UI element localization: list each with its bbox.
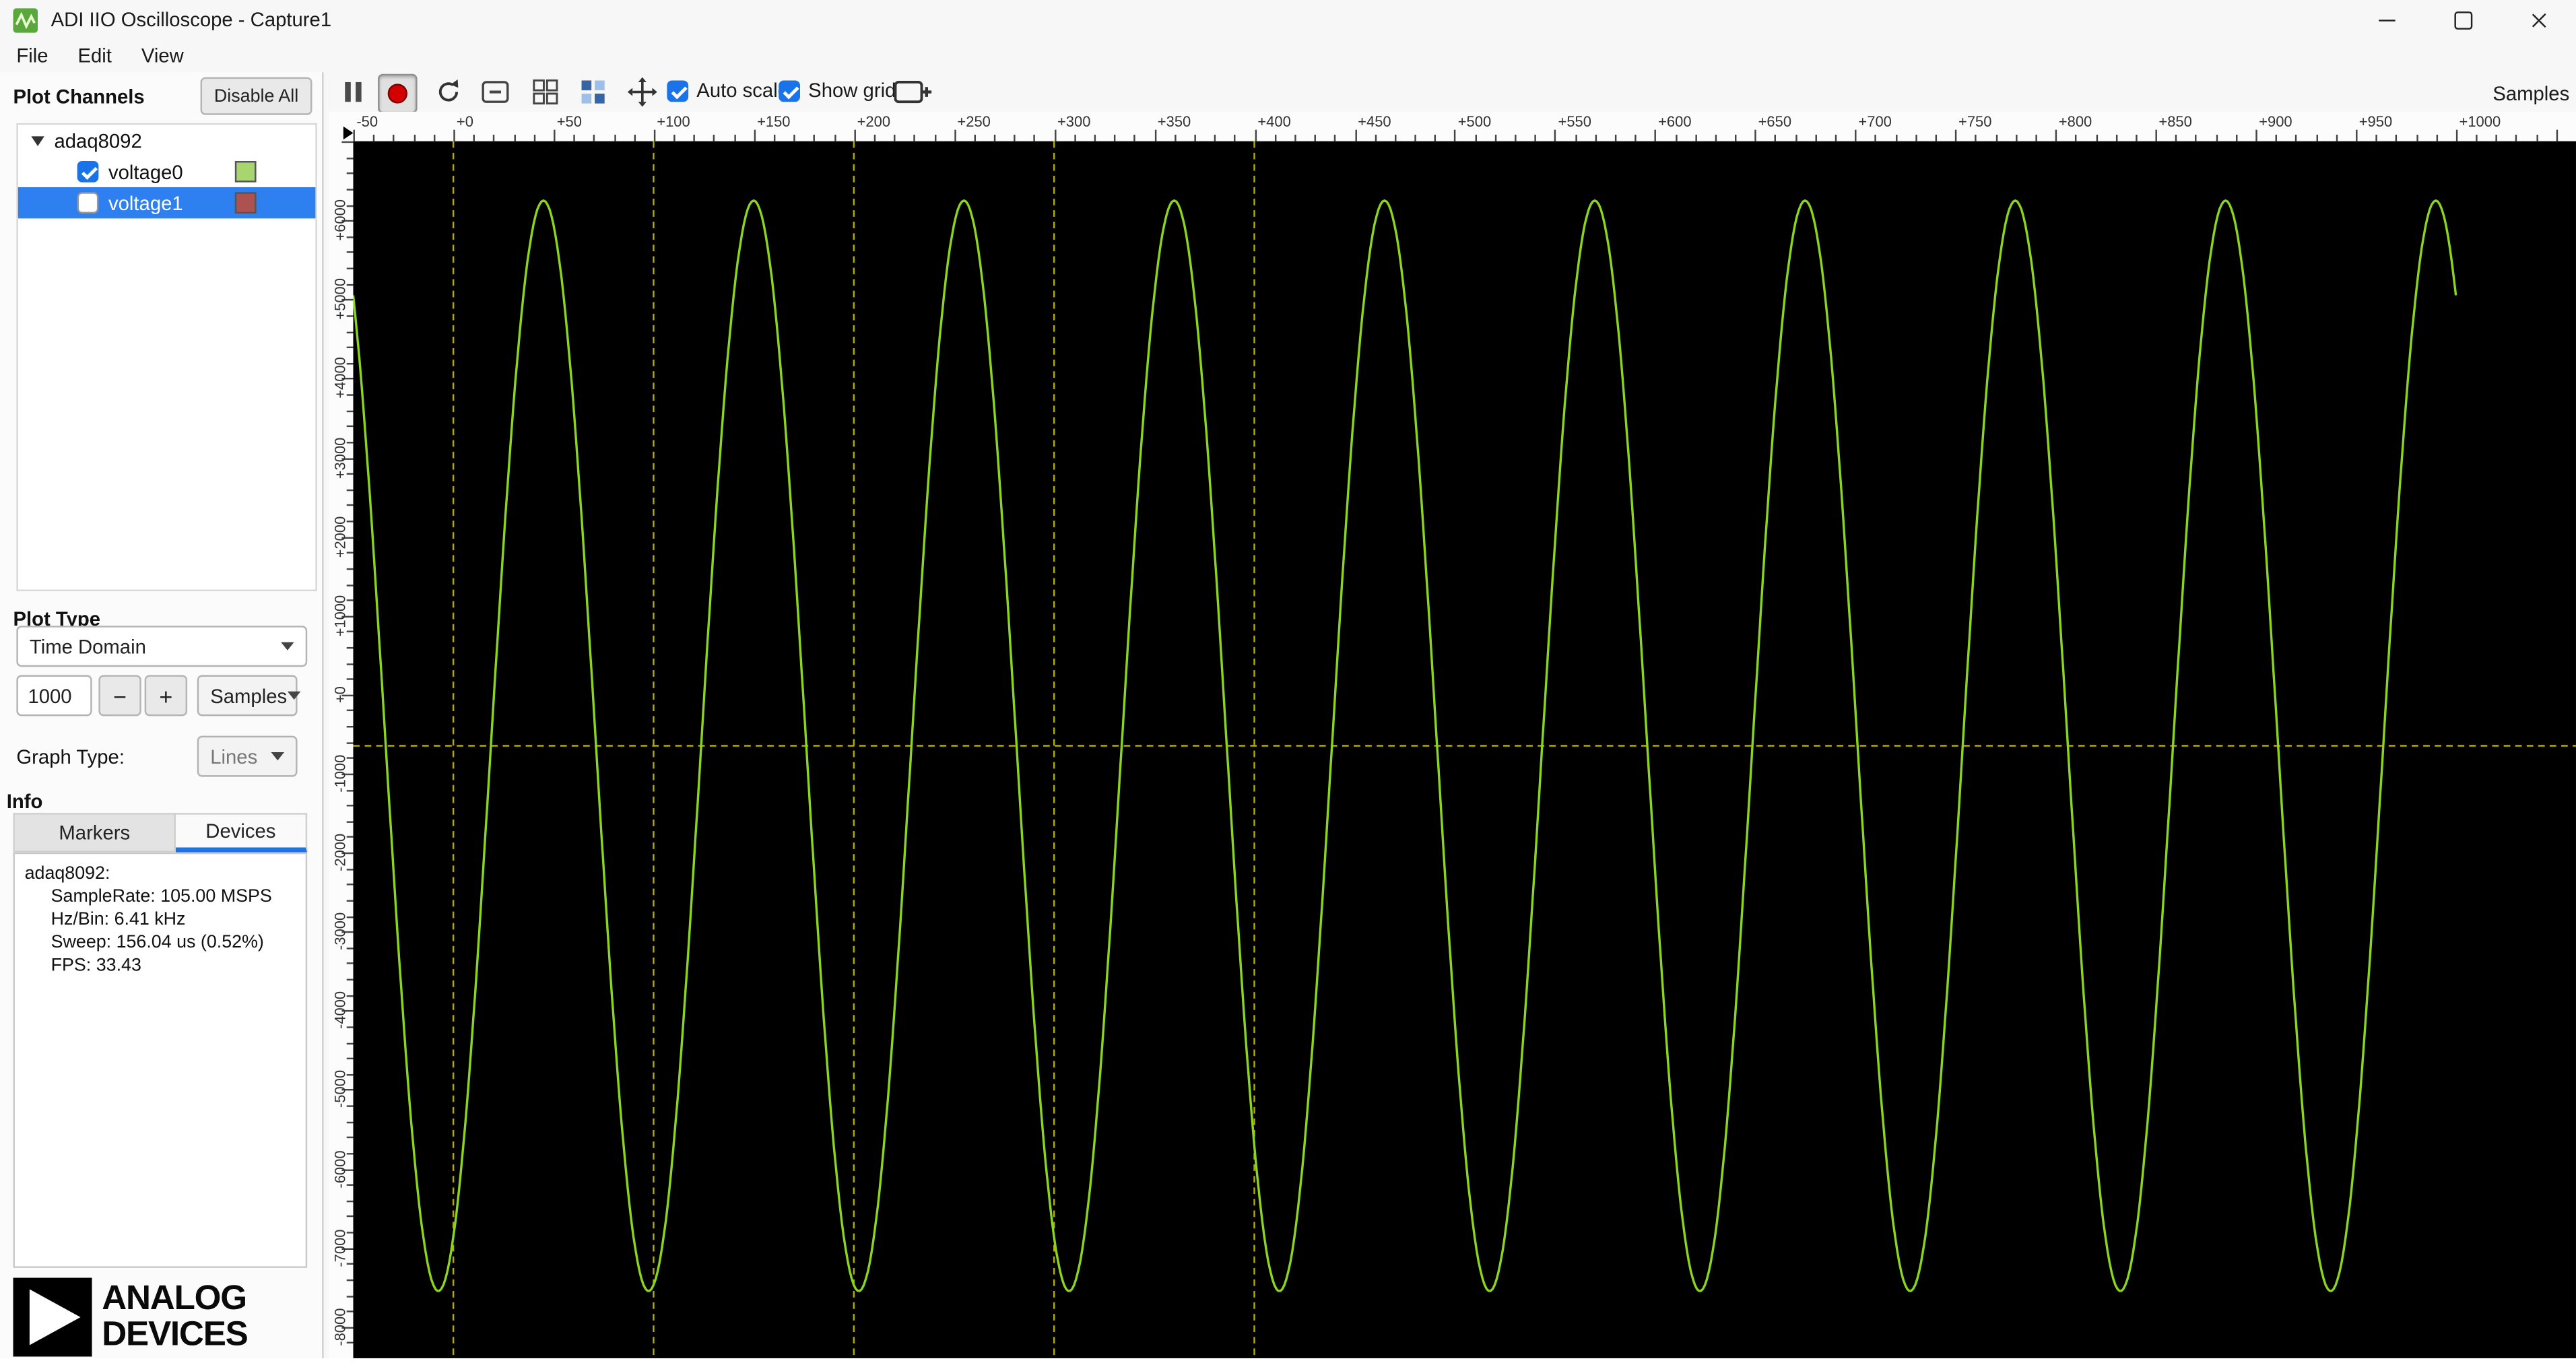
auto-scale-label: Auto scale	[696, 79, 789, 102]
x-axis-ruler: -50 +0 +50 +100 +150 +200 +250 +300 +350 +400 +450…	[353, 111, 2576, 141]
sample-count-decrement-button[interactable]: −	[98, 675, 141, 717]
device-info-samplerate: SampleRate: 105.00 MSPS	[51, 887, 272, 907]
analog-devices-logo: ANALOG DEVICES	[13, 1277, 249, 1364]
maximize-icon	[2453, 10, 2472, 29]
expander-icon[interactable]	[31, 135, 44, 145]
new-plot-icon[interactable]	[892, 74, 935, 110]
channel-tree: adaq8092 voltage0 voltage1	[16, 123, 317, 592]
zoom-fit-icon[interactable]	[527, 74, 564, 110]
channel-name: voltage0	[108, 160, 183, 183]
logo-line1: ANALOG	[102, 1279, 247, 1317]
zoom-out-icon[interactable]	[478, 74, 515, 110]
chevron-down-icon	[271, 752, 285, 761]
show-grid-checkbox[interactable]	[779, 79, 800, 101]
plot-channels-label: Plot Channels	[13, 85, 145, 108]
device-info-panel: adaq8092: SampleRate: 105.00 MSPS Hz/Bin…	[13, 852, 308, 1268]
sample-unit-dropdown[interactable]: Samples	[197, 675, 300, 717]
chevron-down-icon	[281, 642, 294, 651]
sample-unit-value: Samples	[210, 684, 288, 707]
waveform-canvas	[353, 141, 2576, 1358]
device-info-sweep: Sweep: 156.04 us (0.52%)	[51, 933, 264, 953]
maximize-button[interactable]	[2425, 0, 2501, 40]
auto-scale-checkbox[interactable]	[667, 79, 689, 101]
sample-count-input[interactable]	[16, 675, 92, 717]
record-button[interactable]	[378, 73, 418, 114]
window-controls	[2349, 0, 2576, 40]
info-label: Info	[6, 790, 43, 813]
auto-scale-checkbox-group[interactable]: Auto scale	[667, 79, 789, 102]
voltage1-color-swatch[interactable]	[234, 192, 257, 214]
capture-pause-icon[interactable]	[335, 74, 372, 110]
logo-line2: DEVICES	[102, 1315, 249, 1354]
chevron-down-icon	[287, 691, 300, 700]
window-title: ADI IIO Oscilloscope - Capture1	[51, 8, 332, 32]
move-icon[interactable]	[624, 74, 661, 110]
menubar: File Edit View	[0, 39, 2576, 73]
plot-toolbar: Auto scale Show grid Samples	[325, 72, 2576, 114]
channel-row-voltage0[interactable]: voltage0	[18, 156, 316, 187]
channel-name: voltage1	[108, 191, 183, 215]
plot-type-dropdown[interactable]: Time Domain	[16, 626, 308, 667]
close-icon	[2529, 11, 2547, 29]
device-info-fps: FPS: 33.43	[51, 956, 141, 976]
channel-row-voltage1[interactable]: voltage1	[18, 187, 316, 219]
graph-type-label: Graph Type:	[16, 745, 125, 769]
voltage0-color-swatch[interactable]	[234, 161, 257, 182]
sample-count-increment-button[interactable]: +	[144, 675, 188, 717]
y-axis-ruler: +6000 +5000 +4000 +3000 +2000 +1000 +0 -1000 -20…	[328, 141, 354, 1358]
graph-type-dropdown[interactable]: Lines	[197, 735, 298, 777]
single-capture-refresh-icon[interactable]	[430, 74, 467, 110]
ruler-corner	[328, 111, 354, 141]
plot-panel: Auto scale Show grid Samples -50 +0 +50 +10…	[325, 72, 2576, 1358]
plot-layout-icon[interactable]	[575, 74, 612, 110]
tab-devices[interactable]: Devices	[176, 813, 308, 853]
device-info-hzbin: Hz/Bin: 6.41 kHz	[51, 910, 186, 930]
device-name: adaq8092	[54, 129, 142, 152]
tree-device-row[interactable]: adaq8092	[18, 125, 316, 156]
voltage0-checkbox[interactable]	[77, 161, 99, 182]
titlebar: ADI IIO Oscilloscope - Capture1	[0, 0, 2576, 40]
minimize-icon	[2379, 19, 2396, 21]
record-icon	[387, 84, 407, 104]
disable-all-button[interactable]: Disable All	[200, 77, 312, 115]
oscilloscope-plot[interactable]	[353, 141, 2576, 1358]
menu-edit[interactable]: Edit	[65, 41, 125, 71]
show-grid-checkbox-group[interactable]: Show grid	[779, 79, 896, 102]
close-button[interactable]	[2501, 0, 2576, 40]
show-grid-label: Show grid	[808, 79, 896, 102]
app-window: ADI IIO Oscilloscope - Capture1 File Edi…	[0, 0, 2576, 1358]
sidebar: Plot Channels Disable All adaq8092 volta…	[0, 72, 324, 1358]
samples-unit-label: Samples	[2492, 81, 2570, 106]
app-icon	[13, 7, 38, 32]
minimize-button[interactable]	[2349, 0, 2424, 40]
device-info-title: adaq8092:	[24, 863, 110, 884]
graph-type-value: Lines	[210, 745, 258, 768]
menu-file[interactable]: File	[3, 41, 61, 71]
plot-type-value: Time Domain	[29, 634, 146, 658]
voltage1-checkbox[interactable]	[77, 192, 99, 214]
info-tabs: Markers Devices	[13, 813, 308, 853]
menu-view[interactable]: View	[128, 41, 197, 71]
adi-triangle-icon	[13, 1277, 92, 1364]
tab-markers[interactable]: Markers	[13, 813, 176, 853]
